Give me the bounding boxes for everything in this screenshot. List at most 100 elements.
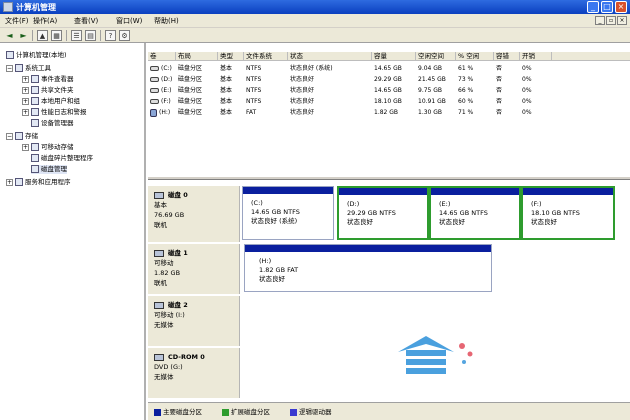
child-close-button[interactable]: ×: [617, 16, 627, 25]
table-row[interactable]: (H:) 磁盘分区 基本 FAT 状态良好 1.82 GB 1.30 GB 71 % 否 0%: [148, 108, 630, 118]
child-minimize-button[interactable]: _: [595, 16, 605, 25]
drive-icon: [150, 99, 159, 104]
legend-swatch: [154, 408, 161, 416]
table-cell: 磁盘分区: [178, 87, 203, 94]
menu-window[interactable]: 窗口(W): [116, 16, 142, 26]
tree-item-local-users[interactable]: + 本地用户和组: [22, 97, 80, 106]
tree-item-disk-defragmenter[interactable]: 磁盘碎片整理程序: [31, 154, 93, 163]
column-header-free-space[interactable]: 空闲空间: [416, 52, 456, 61]
table-row[interactable]: (C:) 磁盘分区 基本 NTFS 状态良好 (系统) 14.65 GB 9.04 GB 61…: [148, 64, 630, 74]
maximize-button[interactable]: □: [601, 1, 613, 13]
tree-item-storage[interactable]: − 存储: [6, 132, 38, 141]
toolbar: ◄ ► ▲ ▦ ☰ ▤ ? ⚙: [0, 28, 630, 43]
partition-e[interactable]: (E:) 14.65 GB NTFS 状态良好: [429, 186, 521, 240]
hard-disk-icon: [154, 191, 164, 199]
table-cell: 基本: [220, 98, 233, 105]
partition-f[interactable]: (F:) 18.10 GB NTFS 状态良好: [521, 186, 615, 240]
show-tree-icon[interactable]: ▦: [51, 30, 62, 41]
expand-icon[interactable]: +: [6, 178, 13, 186]
column-header-capacity[interactable]: 容量: [372, 52, 416, 61]
column-header-layout[interactable]: 布局: [176, 52, 218, 61]
expand-icon[interactable]: +: [22, 97, 29, 105]
collapse-icon[interactable]: −: [6, 132, 13, 140]
table-row[interactable]: (E:) 磁盘分区 基本 NTFS 状态良好 14.65 GB 9.75 GB 66 % 否 0%: [148, 86, 630, 96]
device-manager-icon: [31, 119, 39, 127]
legend-item: 主要磁盘分区: [154, 403, 202, 420]
expand-icon[interactable]: +: [22, 75, 29, 83]
column-header-type[interactable]: 类型: [218, 52, 244, 61]
column-header-percent-free[interactable]: % 空闲: [456, 52, 494, 61]
back-arrow-icon[interactable]: ◄: [4, 30, 15, 41]
table-cell: 10.91 GB: [418, 98, 446, 105]
drive-icon: [150, 77, 159, 82]
help-icon[interactable]: ?: [105, 30, 116, 41]
tree-item-disk-management[interactable]: 磁盘管理: [31, 165, 67, 174]
forward-arrow-icon[interactable]: ►: [18, 30, 29, 41]
expand-icon[interactable]: +: [22, 86, 29, 94]
properties-icon[interactable]: ☰: [71, 30, 82, 41]
child-restore-button[interactable]: ▫: [606, 16, 616, 25]
disk-label[interactable]: 磁盘 0 基本 76.69 GB 联机: [148, 186, 240, 242]
table-cell: 9.75 GB: [418, 87, 443, 94]
column-header-status[interactable]: 状态: [288, 52, 372, 61]
menu-action[interactable]: 操作(A): [33, 16, 57, 26]
minimize-button[interactable]: _: [587, 1, 599, 13]
column-header-overhead[interactable]: 开销: [520, 52, 552, 61]
column-header-fault-tolerance[interactable]: 容错: [494, 52, 520, 61]
table-cell: 0%: [522, 109, 532, 116]
tools-icon: [15, 64, 23, 72]
table-cell: 21.45 GB: [418, 76, 446, 83]
table-cell: 状态良好: [290, 109, 315, 116]
column-header-filesystem[interactable]: 文件系统: [244, 52, 288, 61]
event-viewer-icon: [31, 75, 39, 83]
settings-icon[interactable]: ⚙: [119, 30, 130, 41]
close-button[interactable]: ×: [615, 1, 627, 13]
menu-help[interactable]: 帮助(H): [154, 16, 179, 26]
table-cell: 状态良好 (系统): [290, 65, 333, 72]
menu-view[interactable]: 查看(V): [74, 16, 98, 26]
menu-file[interactable]: 文件(F): [5, 16, 29, 26]
volume-list-header: 卷 布局 类型 文件系统 状态 容量 空闲空间 % 空闲 容错 开销: [148, 52, 630, 61]
expand-icon[interactable]: +: [22, 143, 29, 151]
table-cell: 66 %: [458, 87, 474, 94]
disk-label[interactable]: 磁盘 2 可移动 (I:) 无媒体: [148, 296, 240, 346]
tree-item-system-tools[interactable]: − 系统工具: [6, 64, 51, 73]
console-tree: 计算机管理(本地) − 系统工具 + 事件查看器 + 共享文件夹 + 本地用户和组 + 性…: [0, 43, 146, 420]
table-cell: 否: [496, 87, 503, 94]
tree-item-shared-folders[interactable]: + 共享文件夹: [22, 86, 74, 95]
table-cell: 基本: [220, 87, 233, 94]
partition-d[interactable]: (D:) 29.29 GB NTFS 状态良好: [337, 186, 429, 240]
collapse-icon[interactable]: −: [6, 64, 13, 72]
tree-item-computer-management[interactable]: 计算机管理(本地): [6, 51, 67, 60]
table-cell: 否: [496, 65, 503, 72]
disk-label[interactable]: 磁盘 1 可移动 1.82 GB 联机: [148, 244, 240, 294]
cd-rom-icon: [154, 353, 164, 361]
partition-h[interactable]: (H:) 1.82 GB FAT 状态良好: [244, 244, 492, 292]
disk-label[interactable]: CD-ROM 0 DVD (G:) 无媒体: [148, 348, 240, 398]
tree-item-performance-logs[interactable]: + 性能日志和警报: [22, 108, 87, 117]
up-folder-icon[interactable]: ▲: [37, 30, 48, 41]
table-cell: 0%: [522, 65, 532, 72]
table-cell: 14.65 GB: [374, 65, 402, 72]
volume-list: 卷 布局 类型 文件系统 状态 容量 空闲空间 % 空闲 容错 开销 (C:) 磁…: [148, 52, 630, 176]
table-cell: 基本: [220, 76, 233, 83]
disk-row: 磁盘 1 可移动 1.82 GB 联机 (H:) 1.82 GB FAT 状态良好: [148, 244, 630, 294]
tree-item-device-manager[interactable]: 设备管理器: [31, 119, 74, 128]
column-header-volume[interactable]: 卷: [148, 52, 176, 61]
table-cell: NTFS: [246, 98, 262, 105]
table-cell: 60 %: [458, 98, 474, 105]
partition-c[interactable]: (C:) 14.65 GB NTFS 状态良好 (系统): [242, 186, 334, 240]
tree-item-event-viewer[interactable]: + 事件查看器: [22, 75, 74, 84]
toolbar-separator: [32, 30, 33, 41]
disk-row: CD-ROM 0 DVD (G:) 无媒体: [148, 348, 630, 398]
table-cell: 否: [496, 76, 503, 83]
tree-item-removable-storage[interactable]: + 可移动存储: [22, 143, 74, 152]
expand-icon[interactable]: +: [22, 108, 29, 116]
table-row[interactable]: (D:) 磁盘分区 基本 NTFS 状态良好 29.29 GB 21.45 GB 73 % 否 0…: [148, 75, 630, 85]
shared-folder-icon: [31, 86, 39, 94]
table-cell: NTFS: [246, 65, 262, 72]
list-view-icon[interactable]: ▤: [85, 30, 96, 41]
table-row[interactable]: (F:) 磁盘分区 基本 NTFS 状态良好 18.10 GB 10.91 GB 60 % 否 0…: [148, 97, 630, 107]
table-cell: (D:): [148, 75, 172, 85]
tree-item-services-applications[interactable]: + 服务和应用程序: [6, 178, 71, 187]
